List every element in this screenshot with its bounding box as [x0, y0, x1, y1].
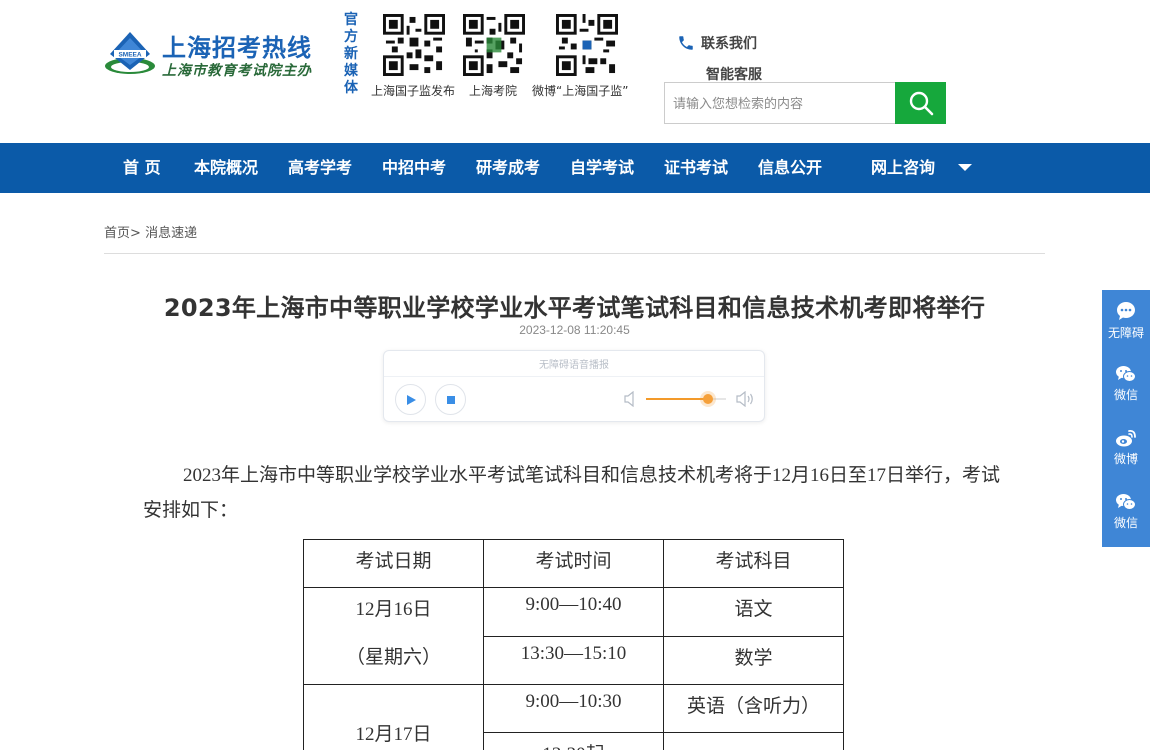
play-button[interactable]	[395, 384, 426, 415]
article-date: 2023-12-08 11:20:45	[519, 323, 630, 337]
phone-icon	[679, 36, 693, 50]
logo-subtitle: 上海市教育考试院主办	[162, 63, 312, 79]
exam-time-cell: 13:30—15:10	[483, 635, 664, 685]
table-header-row: 考试日期 考试时间 考试科目	[303, 539, 844, 588]
volume-slider-handle[interactable]	[703, 394, 714, 404]
chevron-down-icon[interactable]	[957, 163, 973, 173]
divider	[104, 253, 1045, 254]
volume-low-icon[interactable]	[624, 391, 638, 407]
exam-subject-cell: 数学	[663, 635, 844, 685]
nav-item-consult[interactable]: 网上咨询	[871, 143, 935, 193]
chat-bubble-icon	[1117, 302, 1135, 320]
wechat-button[interactable]: 微信	[1102, 482, 1150, 542]
qr-caption: 上海国子监发布	[371, 84, 456, 98]
contact-us-link[interactable]: 联系我们	[677, 33, 757, 53]
nav-item-zhongkao[interactable]: 中招中考	[382, 143, 446, 193]
official-media-label: 官方新媒体	[344, 12, 358, 96]
site-logo[interactable]: SMEEA 上海招考热线 上海市教育考试院主办	[104, 26, 314, 86]
exam-date: 12月16日	[355, 599, 432, 620]
exam-schedule-table: 考试日期 考试时间 考试科目 12月16日 （星期六） 9:00—10:40 语…	[303, 539, 844, 750]
accessibility-button[interactable]: 无障碍	[1102, 290, 1150, 350]
table-header-cell: 考试时间	[483, 539, 664, 588]
search-input[interactable]	[665, 83, 895, 123]
logo-emblem-icon: SMEEA	[105, 32, 155, 74]
breadcrumb-home-link[interactable]: 首页	[104, 226, 130, 241]
nav-item-home[interactable]: 首 页	[123, 143, 161, 193]
exam-time-cell: 9:00—10:30	[483, 684, 664, 733]
nav-item-disclosure[interactable]: 信息公开	[758, 143, 822, 193]
exam-date-cell: 12月17日	[303, 684, 484, 750]
divider	[384, 376, 764, 377]
main-nav: 首 页 本院概况 高考学考 中招中考 研考成考 自学考试 证书考试 信息公开 网…	[0, 143, 1150, 193]
sidebar-item-label: 微信	[1113, 516, 1138, 530]
exam-date-cell: 12月16日 （星期六）	[303, 587, 484, 685]
audio-player: 无障碍语音播报	[383, 350, 765, 422]
nav-item-certificate[interactable]: 证书考试	[664, 143, 728, 193]
wechat-icon	[1116, 494, 1136, 510]
sidebar-item-label: 无障碍	[1107, 326, 1144, 340]
contact-us-label: 联系我们	[701, 36, 757, 52]
qr-code-icon[interactable]	[463, 14, 525, 76]
smart-service-link[interactable]: 智能客服	[706, 64, 762, 84]
stop-icon	[446, 395, 455, 404]
breadcrumb-separator: >	[130, 226, 141, 241]
search-button[interactable]	[895, 82, 946, 124]
article-title: 2023年上海市中等职业学校学业水平考试笔试科目和信息技术机考即将举行	[163, 294, 986, 322]
table-row: 12月16日 （星期六） 9:00—10:40 语文	[303, 587, 844, 685]
exam-subject-cell	[663, 732, 844, 750]
sidebar-item-label: 微信	[1113, 388, 1138, 402]
volume-slider[interactable]	[646, 394, 726, 404]
table-row: 12月17日 9:00—10:30 英语（含听力）	[303, 684, 844, 750]
svg-text:SMEEA: SMEEA	[118, 52, 141, 59]
qr-code-icon[interactable]	[556, 14, 618, 76]
stop-button[interactable]	[435, 384, 466, 415]
exam-date: 12月17日	[355, 724, 432, 745]
article-paragraph: 2023年上海市中等职业学校学业水平考试笔试科目和信息技术机考将于12月16日至…	[143, 465, 1001, 521]
audio-player-label: 无障碍语音播报	[539, 360, 609, 371]
wechat-icon	[1116, 366, 1136, 382]
exam-time-cell: 9:00—10:40	[483, 587, 664, 637]
table-header-cell: 考试日期	[303, 539, 484, 588]
volume-high-icon[interactable]	[736, 391, 754, 407]
qr-caption: 微博“上海国子监”	[532, 84, 629, 98]
weibo-icon	[1116, 429, 1136, 447]
exam-subject-cell: 语文	[663, 587, 844, 637]
nav-item-self-study[interactable]: 自学考试	[570, 143, 634, 193]
volume-slider-fill	[646, 398, 709, 400]
search-icon	[909, 91, 933, 116]
qr-caption: 上海考院	[469, 84, 518, 98]
breadcrumb-section-link[interactable]: 消息速递	[145, 226, 197, 241]
table-header-cell: 考试科目	[663, 539, 844, 588]
exam-weekday: （星期六）	[345, 647, 441, 668]
nav-item-postgrad[interactable]: 研考成考	[476, 143, 540, 193]
sidebar-item-label: 微博	[1113, 452, 1138, 466]
site-header: SMEEA 上海招考热线 上海市教育考试院主办 官方新媒体 上海国子监发布 上海…	[0, 0, 1150, 143]
exam-subject-cell: 英语（含听力）	[663, 684, 844, 733]
wechat-button[interactable]: 微信	[1102, 354, 1150, 414]
qr-code-icon[interactable]	[383, 14, 445, 76]
logo-title: 上海招考热线	[162, 34, 312, 62]
exam-time-cell: 13:30起	[483, 732, 664, 750]
play-icon	[406, 394, 416, 405]
breadcrumb: 首页> 消息速递	[104, 222, 197, 241]
weibo-button[interactable]: 微博	[1102, 418, 1150, 478]
floating-sidebar: 无障碍 微信 微博 微信	[1102, 290, 1150, 547]
search-box	[664, 82, 946, 124]
nav-item-about[interactable]: 本院概况	[194, 143, 258, 193]
nav-item-gaokao[interactable]: 高考学考	[288, 143, 352, 193]
